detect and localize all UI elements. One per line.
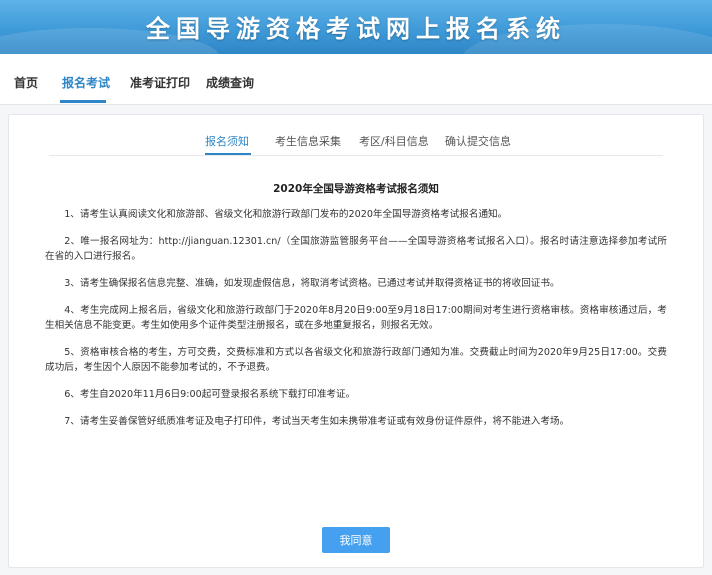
nav-item-home[interactable]: 首页 (14, 74, 38, 91)
notice-title: 2020年全国导游资格考试报名须知 (273, 183, 439, 195)
notice-item: 3、请考生确保报名信息完整、准确，如发现虚假信息，将取消考试资格。已通过考试并取… (64, 278, 560, 289)
notice-item: 4、考生完成网上报名后，省级文化和旅游行政部门于2020年8月20日9:00至9… (45, 305, 667, 331)
tab-notice[interactable]: 报名须知 (205, 133, 249, 149)
step-tabs: 报名须知 考生信息采集 考区/科目信息 确认提交信息 (205, 133, 511, 155)
system-title: 全国导游资格考试网上报名系统 (146, 15, 566, 43)
notice-item: 2、唯一报名网址为：http://jianguan.12301.cn/（全国旅游… (45, 236, 667, 262)
header-banner: 全国导游资格考试网上报名系统 (0, 0, 712, 54)
tab-candidate-info[interactable]: 考生信息采集 (275, 133, 341, 149)
nav-item-score-query[interactable]: 成绩查询 (206, 74, 254, 91)
tab-exam-area[interactable]: 考区/科目信息 (359, 133, 429, 149)
agree-button[interactable]: 我同意 (322, 527, 390, 553)
top-nav: 首页 报名考试 准考证打印 成绩查询 (0, 54, 712, 105)
nav-active-indicator (60, 100, 106, 103)
nav-item-admission-ticket[interactable]: 准考证打印 (130, 74, 190, 91)
notice-item: 6、考生自2020年11月6日9:00起可登录报名系统下载打印准考证。 (64, 389, 356, 400)
tab-confirm-submit[interactable]: 确认提交信息 (445, 133, 511, 149)
notice-item: 7、请考生妥善保管好纸质准考证及电子打印件，考试当天考生如未携带准考证或有效身份… (64, 416, 570, 427)
notice-list: 1、请考生认真阅读文化和旅游部、省级文化和旅游行政部门发布的2020年全国导游资… (45, 207, 667, 441)
tabs-divider (49, 155, 663, 156)
notice-item: 1、请考生认真阅读文化和旅游部、省级文化和旅游行政部门发布的2020年全国导游资… (64, 209, 508, 220)
notice-item: 5、资格审核合格的考生，方可交费，交费标准和方式以各省级文化和旅游行政部门通知为… (45, 347, 667, 373)
nav-item-register[interactable]: 报名考试 (62, 74, 110, 91)
registration-card: 报名须知 考生信息采集 考区/科目信息 确认提交信息 2020年全国导游资格考试… (8, 114, 704, 568)
